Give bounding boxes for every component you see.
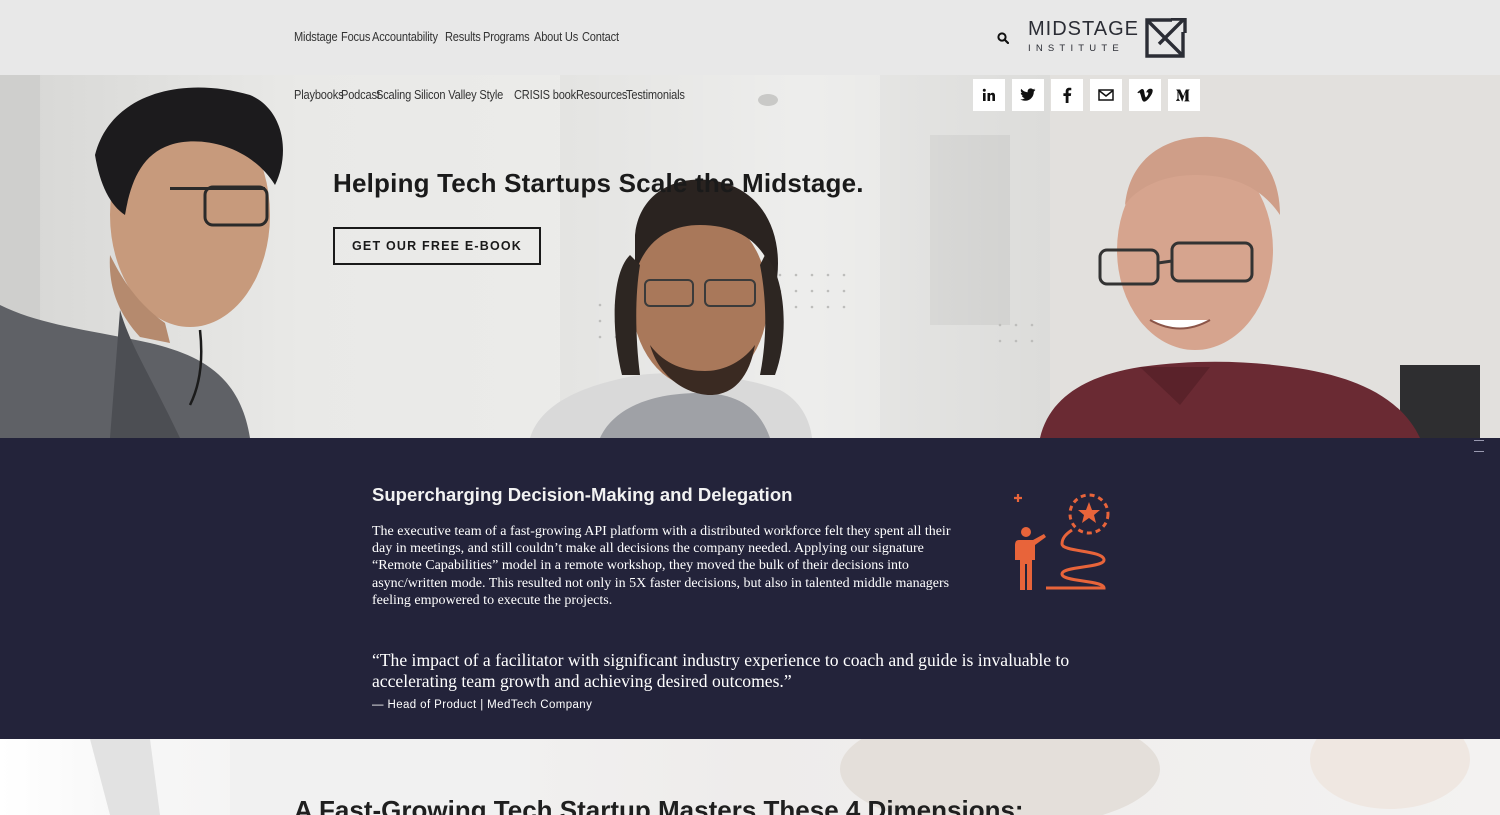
hero-section: Playbooks Podcast Scaling Silicon Valley… [0, 75, 1500, 438]
site-logo[interactable]: MIDSTAGE INSTITUTE [1028, 17, 1190, 59]
nav-podcast[interactable]: Podcast [341, 87, 380, 102]
case-study-section: Supercharging Decision-Making and Delega… [0, 438, 1500, 739]
linkedin-icon [982, 88, 995, 101]
nav-playbooks[interactable]: Playbooks [294, 87, 344, 102]
nav-crisis-book[interactable]: CRISIS book [514, 87, 576, 102]
logo-subtitle: INSTITUTE [1028, 43, 1124, 54]
facebook-icon [1063, 87, 1072, 103]
dimensions-heading: A Fast-Growing Tech Startup Masters Thes… [294, 795, 1024, 815]
menu-icon[interactable] [1474, 438, 1486, 454]
case-study-body: The executive team of a fast-growing API… [372, 524, 951, 608]
nav-midstage[interactable]: Midstage [294, 29, 338, 44]
secondary-nav: Playbooks Podcast Scaling Silicon Valley… [294, 87, 685, 102]
logo-wordmark: MIDSTAGE [1028, 18, 1139, 40]
nav-contact[interactable]: Contact [582, 29, 619, 44]
hero-background-photo [0, 75, 1500, 438]
search-button[interactable] [995, 30, 1011, 46]
vimeo-icon [1137, 88, 1153, 102]
testimonial-quote: “The impact of a facilitator with signif… [372, 650, 1070, 691]
site-header: Midstage Focus Accountability Results Pr… [0, 0, 1500, 75]
linkedin-button[interactable] [973, 79, 1005, 111]
primary-nav: Midstage Focus Accountability Results Pr… [294, 29, 619, 44]
nav-programs[interactable]: Programs [483, 29, 530, 44]
medium-icon [1176, 89, 1190, 101]
nav-resources[interactable]: Resources [576, 87, 627, 102]
twitter-button[interactable] [1012, 79, 1044, 111]
email-button[interactable] [1090, 79, 1122, 111]
email-icon [1098, 89, 1114, 101]
case-study-title: Supercharging Decision-Making and Delega… [372, 484, 793, 505]
get-ebook-button[interactable]: GET OUR FREE E-BOOK [333, 227, 541, 265]
goal-path-icon [1014, 493, 1110, 590]
nav-focus[interactable]: Focus [341, 29, 370, 44]
nav-results[interactable]: Results [445, 29, 481, 44]
facebook-button[interactable] [1051, 79, 1083, 111]
testimonial-attribution: — Head of Product | MedTech Company [372, 699, 593, 711]
nav-accountability[interactable]: Accountability [372, 29, 438, 44]
logo-arrow-icon [1145, 18, 1187, 58]
dimensions-section: A Fast-Growing Tech Startup Masters Thes… [0, 739, 1500, 815]
search-icon [997, 32, 1009, 44]
social-links [973, 79, 1200, 111]
nav-scaling-silicon-valley-style[interactable]: Scaling Silicon Valley Style [376, 87, 503, 102]
twitter-icon [1020, 88, 1036, 101]
nav-testimonials[interactable]: Testimonials [626, 87, 685, 102]
medium-button[interactable] [1168, 79, 1200, 111]
hero-title: Helping Tech Startups Scale the Midstage… [333, 168, 864, 198]
vimeo-button[interactable] [1129, 79, 1161, 111]
nav-about-us[interactable]: About Us [534, 29, 578, 44]
